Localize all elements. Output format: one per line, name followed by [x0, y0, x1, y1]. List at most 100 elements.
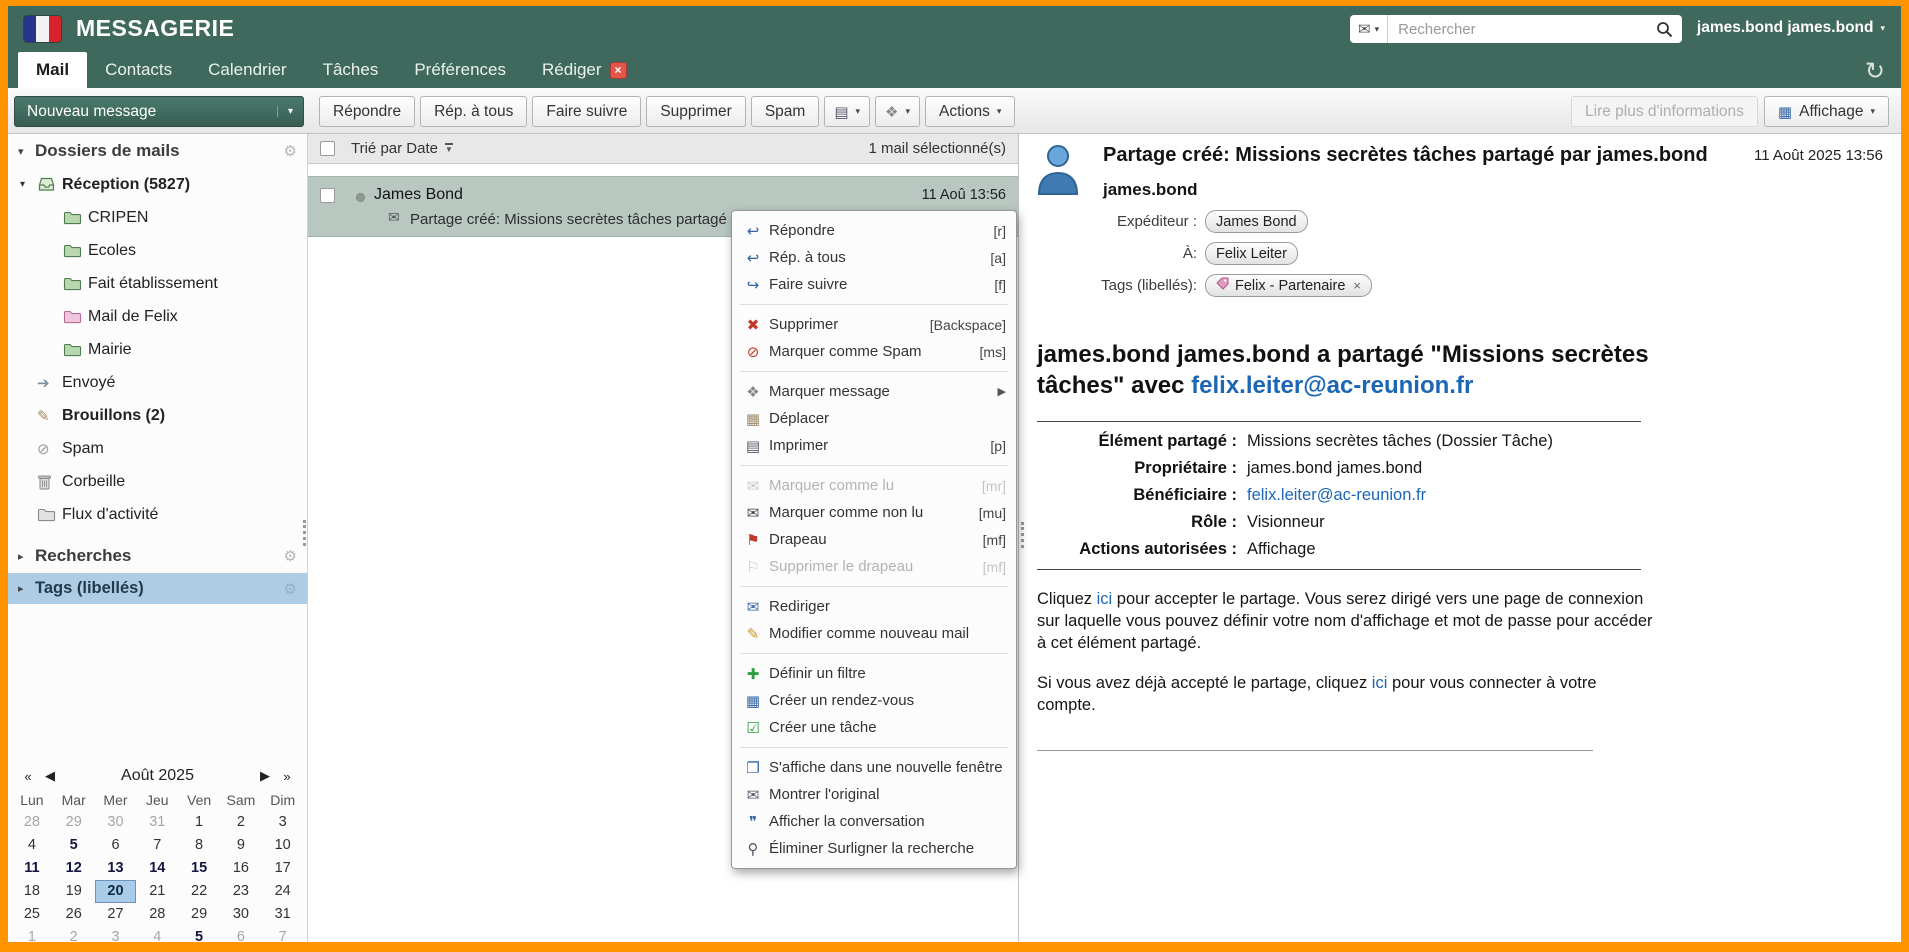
folder-item-ecoles[interactable]: Ecoles: [8, 234, 307, 267]
read-status-icon[interactable]: [356, 193, 365, 202]
calendar-day[interactable]: 31: [262, 903, 304, 926]
menu-item-supprimer-le-drapeau[interactable]: ⚐Supprimer le drapeau[mf]: [732, 553, 1016, 580]
calendar-day[interactable]: 6: [95, 834, 137, 857]
calendar-day[interactable]: 5: [53, 834, 95, 857]
calendar-day[interactable]: 22: [178, 880, 220, 903]
calendar-day[interactable]: 25: [11, 903, 53, 926]
calendar-day[interactable]: 2: [53, 926, 95, 942]
calendar-day[interactable]: 26: [53, 903, 95, 926]
menu-item-definir-un-filtre[interactable]: ✚Définir un filtre: [732, 660, 1016, 687]
calendar-day[interactable]: 12: [53, 857, 95, 880]
forward-button[interactable]: Faire suivre: [532, 96, 641, 127]
calendar-day[interactable]: 23: [220, 880, 262, 903]
accept-link[interactable]: ici: [1097, 590, 1113, 608]
calendar-day[interactable]: 28: [11, 811, 53, 834]
folder-item-brouillons-2[interactable]: ✎Brouillons (2): [8, 399, 307, 432]
beneficiary-link[interactable]: felix.leiter@ac-reunion.fr: [1247, 482, 1426, 509]
gear-icon[interactable]: ⚙: [284, 580, 297, 598]
tab-rediger[interactable]: Rédiger×: [524, 52, 645, 88]
menu-item-montrer-l-original[interactable]: ✉Montrer l'original: [732, 781, 1016, 808]
connect-link[interactable]: ici: [1372, 674, 1388, 692]
tab-mail[interactable]: Mail: [18, 52, 87, 88]
calendar-day[interactable]: 1: [178, 811, 220, 834]
reply-button[interactable]: Répondre: [319, 96, 415, 127]
search-icon[interactable]: [1647, 21, 1682, 38]
calendar-day[interactable]: 29: [53, 811, 95, 834]
menu-item-rep-a-tous[interactable]: ↩Rép. à tous[a]: [732, 244, 1016, 271]
calendar-day[interactable]: 6: [220, 926, 262, 942]
actions-button[interactable]: Actions▾: [925, 96, 1015, 127]
calendar-day[interactable]: 24: [262, 880, 304, 903]
menu-item-s-affiche-dans-une-nouvelle-fenetre[interactable]: ❐S'affiche dans une nouvelle fenêtre: [732, 754, 1016, 781]
sort-by-date-button[interactable]: Trié par Date ▼: [351, 140, 453, 157]
menu-item-modifier-comme-nouveau-mail[interactable]: ✎Modifier comme nouveau mail: [732, 620, 1016, 647]
gear-icon[interactable]: ⚙: [284, 547, 297, 565]
menu-item-eliminer-surligner-la-recherche[interactable]: ⚲Éliminer Surligner la recherche: [732, 835, 1016, 862]
calendar-day[interactable]: 31: [136, 811, 178, 834]
menu-item-marquer-message[interactable]: ❖Marquer message▶: [732, 378, 1016, 405]
search-box[interactable]: ✉ ▾: [1350, 15, 1682, 43]
calendar-next-button[interactable]: ▶: [254, 768, 276, 784]
menu-item-marquer-comme-non-lu[interactable]: ✉Marquer comme non lu[mu]: [732, 499, 1016, 526]
from-chip[interactable]: James Bond: [1205, 210, 1308, 233]
tag-menu-button[interactable]: ❖▾: [875, 96, 920, 127]
search-input[interactable]: [1388, 21, 1647, 38]
menu-item-deplacer[interactable]: ▦Déplacer: [732, 405, 1016, 432]
reply-all-button[interactable]: Rép. à tous: [420, 96, 527, 127]
menu-item-drapeau[interactable]: ⚑Drapeau[mf]: [732, 526, 1016, 553]
folder-item-cripen[interactable]: CRIPEN: [8, 201, 307, 234]
folder-item-reception-5827[interactable]: ▾Réception (5827): [8, 168, 307, 201]
calendar-day[interactable]: 28: [136, 903, 178, 926]
folder-item-spam[interactable]: ⊘Spam: [8, 432, 307, 465]
calendar-day[interactable]: 16: [220, 857, 262, 880]
calendar-day[interactable]: 13: [95, 857, 137, 880]
calendar-day[interactable]: 17: [262, 857, 304, 880]
calendar-day[interactable]: 30: [95, 811, 137, 834]
calendar-day[interactable]: 3: [95, 926, 137, 942]
calendar-day[interactable]: 20: [95, 880, 137, 903]
calendar-day[interactable]: 10: [262, 834, 304, 857]
gear-icon[interactable]: ⚙: [284, 142, 297, 160]
folder-item-corbeille[interactable]: Corbeille: [8, 465, 307, 498]
user-menu[interactable]: james.bond james.bond ▾: [1697, 19, 1885, 37]
display-button[interactable]: ▦ Affichage ▾: [1764, 96, 1889, 127]
calendar-day[interactable]: 1: [11, 926, 53, 942]
mail-folders-header[interactable]: ▾ Dossiers de mails ⚙: [8, 134, 307, 168]
searches-header[interactable]: ▸ Recherches ⚙: [8, 539, 307, 573]
calendar-day[interactable]: 4: [136, 926, 178, 942]
calendar-day[interactable]: 11: [11, 857, 53, 880]
calendar-day[interactable]: 30: [220, 903, 262, 926]
delete-button[interactable]: Supprimer: [646, 96, 746, 127]
menu-item-creer-une-tache[interactable]: ☑Créer une tâche: [732, 714, 1016, 741]
menu-item-repondre[interactable]: ↩Répondre[r]: [732, 217, 1016, 244]
remove-tag-icon[interactable]: ×: [1353, 278, 1361, 293]
folder-item-mail-de-felix[interactable]: Mail de Felix: [8, 300, 307, 333]
calendar-day[interactable]: 29: [178, 903, 220, 926]
calendar-day[interactable]: 4: [11, 834, 53, 857]
menu-item-marquer-comme-spam[interactable]: ⊘Marquer comme Spam[ms]: [732, 338, 1016, 365]
spam-button[interactable]: Spam: [751, 96, 820, 127]
calendar-day[interactable]: 2: [220, 811, 262, 834]
calendar-day[interactable]: 18: [11, 880, 53, 903]
tags-header[interactable]: ▸ Tags (libellés) ⚙: [8, 573, 307, 604]
share-recipient-link[interactable]: felix.leiter@ac-reunion.fr: [1191, 372, 1473, 399]
calendar-day[interactable]: 3: [262, 811, 304, 834]
calendar-day[interactable]: 19: [53, 880, 95, 903]
calendar-day[interactable]: 7: [136, 834, 178, 857]
select-all-checkbox[interactable]: [320, 141, 335, 156]
menu-item-faire-suivre[interactable]: ↪Faire suivre[f]: [732, 271, 1016, 298]
new-message-button[interactable]: Nouveau message ▾: [14, 96, 304, 127]
calendar-day[interactable]: 27: [95, 903, 137, 926]
folder-item-fait-etablissement[interactable]: Fait établissement: [8, 267, 307, 300]
menu-item-marquer-comme-lu[interactable]: ✉Marquer comme lu[mr]: [732, 472, 1016, 499]
tab-taches[interactable]: Tâches: [305, 52, 397, 88]
search-scope-button[interactable]: ✉ ▾: [1350, 15, 1388, 43]
folder-item-mairie[interactable]: Mairie: [8, 333, 307, 366]
menu-item-afficher-la-conversation[interactable]: ❞Afficher la conversation: [732, 808, 1016, 835]
folder-item-envoye[interactable]: ➔Envoyé: [8, 366, 307, 399]
to-chip[interactable]: Felix Leiter: [1205, 242, 1298, 265]
calendar-first-button[interactable]: «: [17, 769, 39, 784]
calendar-day[interactable]: 9: [220, 834, 262, 857]
calendar-day[interactable]: 5: [178, 926, 220, 942]
calendar-day[interactable]: 7: [262, 926, 304, 942]
